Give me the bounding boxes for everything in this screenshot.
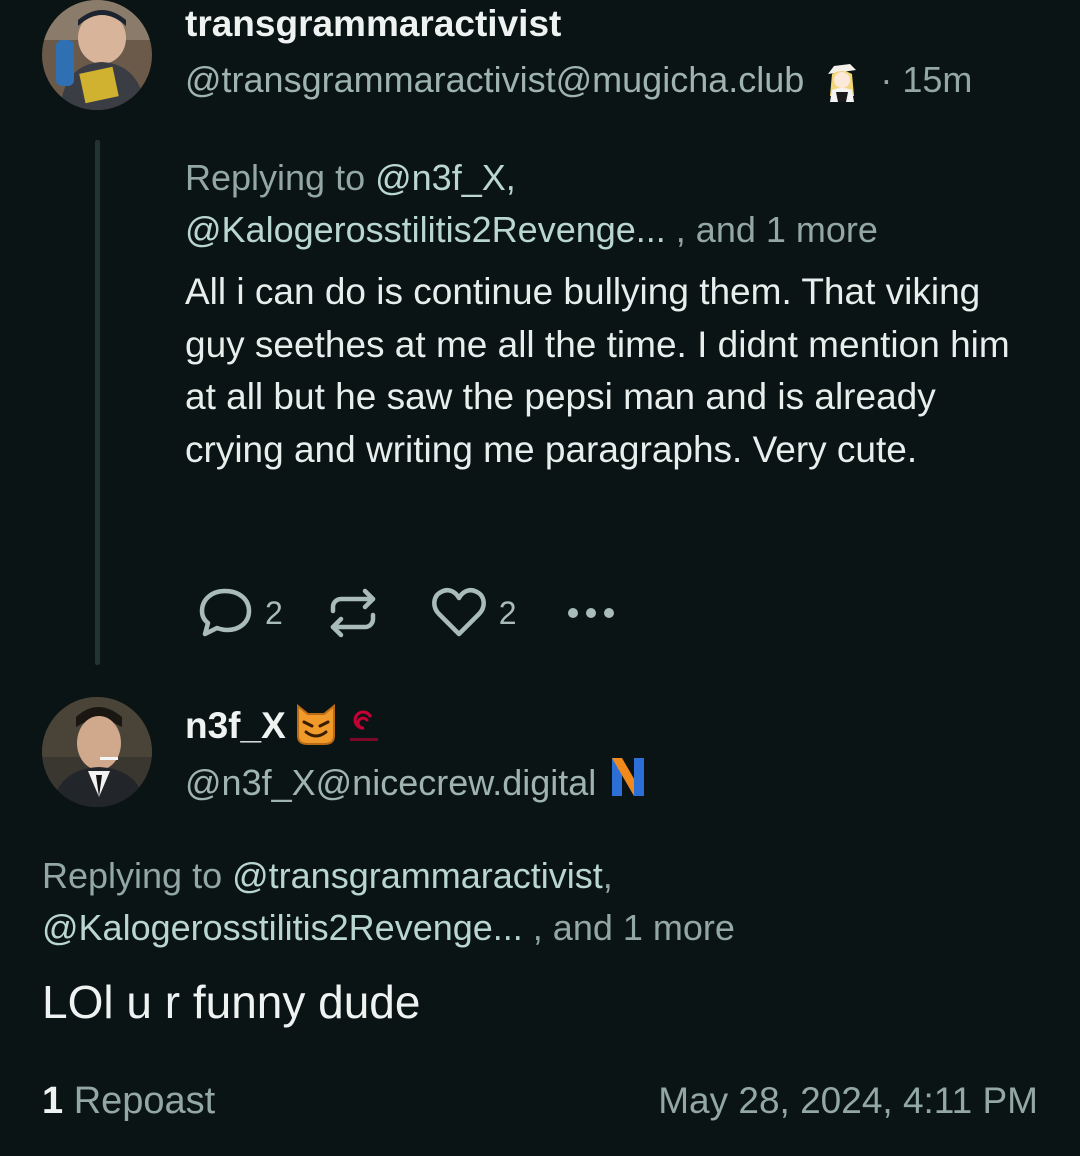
like-count: 2 <box>498 594 517 631</box>
like-button[interactable]: 2 <box>431 587 517 639</box>
post1-time[interactable]: 15m <box>902 59 972 100</box>
post1-handle-row: @transgrammaractivist@mugicha.club · 15m <box>185 58 972 104</box>
post2-handle[interactable]: @n3f_X@nicecrew.digital <box>185 760 596 806</box>
repost-icon <box>327 587 379 639</box>
post2-name-row: n3f_X <box>185 703 382 749</box>
post1-content: All i can do is continue bullying them. … <box>185 271 1010 470</box>
reply-and-more[interactable]: , and 1 more <box>533 907 735 948</box>
reply-icon <box>197 585 253 641</box>
repost-count-row[interactable]: 1 Repoast <box>42 1078 215 1124</box>
heart-icon <box>431 587 487 639</box>
replying-prefix: Replying to <box>42 855 233 896</box>
post1-display-name[interactable]: transgrammaractivist <box>185 3 561 45</box>
reply-button[interactable]: 2 <box>197 585 283 641</box>
anime-girl-emoji-icon <box>820 60 864 104</box>
reply-mention-n3f-x[interactable]: @n3f_X, <box>375 157 516 198</box>
reply-and-more[interactable]: , and 1 more <box>676 209 878 250</box>
repost-label: Repoast <box>73 1080 216 1122</box>
more-button[interactable] <box>567 607 615 619</box>
reply-comma: , <box>602 855 613 896</box>
replying-prefix: Replying to <box>185 157 376 198</box>
post2-content: LOl u r funny dude <box>42 976 421 1028</box>
devil-cat-emoji-icon <box>294 702 338 751</box>
debian-swirl-emoji-icon <box>346 702 382 751</box>
reply-mention-kalogeros[interactable]: @Kalogerosstilitis2Revenge... <box>42 907 523 948</box>
post-timestamp[interactable]: May 28, 2024, 4:11 PM <box>658 1078 1038 1124</box>
post1-replying-to: Replying to @n3f_X, @Kalogerosstilitis2R… <box>185 152 1045 256</box>
avatar-image <box>42 697 152 807</box>
post2-replying-to: Replying to @transgrammaractivist, @Kalo… <box>42 850 1042 954</box>
post1-action-bar: 2 2 <box>197 585 615 641</box>
repost-button[interactable] <box>327 587 379 639</box>
post2-display-name[interactable]: n3f_X <box>185 705 286 747</box>
post1-handle[interactable]: @transgrammaractivist@mugicha.club <box>185 59 804 100</box>
more-icon <box>567 607 615 619</box>
reply-mention-kalogeros[interactable]: @Kalogerosstilitis2Revenge... <box>185 209 666 250</box>
avatar-n3f-x[interactable] <box>42 697 152 807</box>
thread-line <box>95 140 100 665</box>
instance-logo-icon <box>610 756 646 809</box>
avatar-image <box>42 0 152 110</box>
repost-count: 1 <box>42 1080 64 1122</box>
reply-count: 2 <box>265 594 283 631</box>
reply-mention-transgrammaractivist[interactable]: @transgrammaractivist <box>232 855 603 896</box>
post1-time-separator: · <box>880 59 893 100</box>
post2-handle-row: @n3f_X@nicecrew.digital <box>185 756 646 809</box>
avatar-transgrammaractivist[interactable] <box>42 0 152 110</box>
